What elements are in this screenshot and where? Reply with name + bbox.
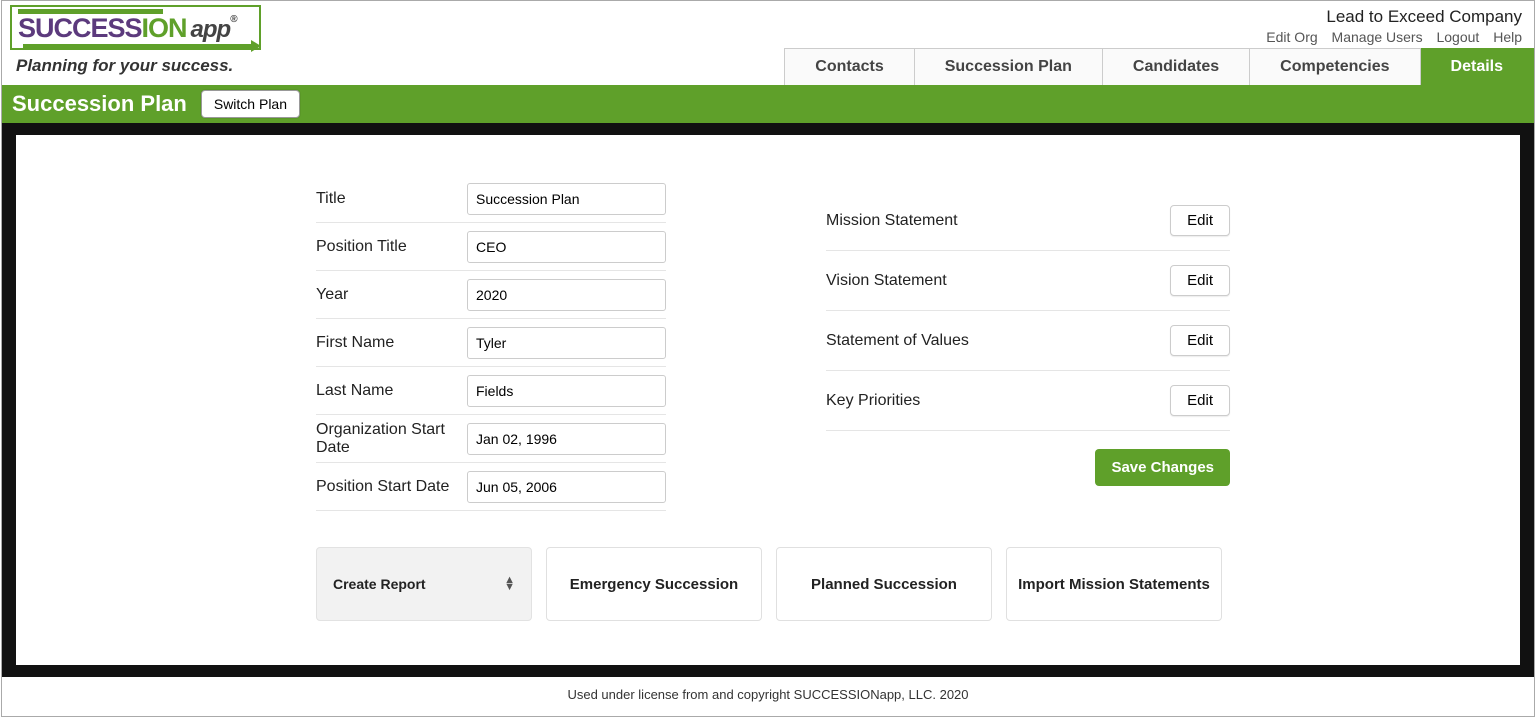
label-vision-statement: Vision Statement [826, 272, 947, 290]
org-start-date-input[interactable] [467, 423, 666, 455]
switch-plan-button[interactable]: Switch Plan [201, 90, 300, 118]
edit-mission-button[interactable]: Edit [1170, 205, 1230, 236]
planned-succession-button[interactable]: Planned Succession [776, 547, 992, 621]
logo-text-success: SUCCESS [18, 13, 142, 43]
label-statement-of-values: Statement of Values [826, 332, 969, 350]
company-name: Lead to Exceed Company [1256, 7, 1522, 27]
tagline: Planning for your success. [16, 56, 261, 76]
dropdown-arrows-icon: ▲▼ [504, 577, 515, 591]
label-org-start-date: Organization Start Date [316, 421, 467, 457]
label-key-priorities: Key Priorities [826, 392, 920, 410]
tab-candidates[interactable]: Candidates [1103, 48, 1250, 85]
save-changes-button[interactable]: Save Changes [1095, 449, 1230, 486]
position-title-input[interactable] [467, 231, 666, 263]
tab-succession-plan[interactable]: Succession Plan [915, 48, 1103, 85]
label-position-start-date: Position Start Date [316, 478, 467, 496]
label-position-title: Position Title [316, 238, 467, 256]
label-title: Title [316, 190, 467, 208]
label-first-name: First Name [316, 334, 467, 352]
logo: SUCCESSIONapp® Planning for your success… [10, 5, 261, 76]
edit-values-button[interactable]: Edit [1170, 325, 1230, 356]
create-report-label: Create Report [333, 576, 426, 592]
help-link[interactable]: Help [1493, 29, 1522, 45]
logo-text-app: app [191, 16, 231, 43]
logout-link[interactable]: Logout [1436, 29, 1479, 45]
title-input[interactable] [467, 183, 666, 215]
manage-users-link[interactable]: Manage Users [1332, 29, 1423, 45]
arrow-icon [23, 44, 253, 48]
tab-contacts[interactable]: Contacts [784, 48, 914, 85]
tab-details[interactable]: Details [1421, 48, 1534, 85]
label-year: Year [316, 286, 467, 304]
footer-text: Used under license from and copyright SU… [2, 677, 1534, 716]
edit-vision-button[interactable]: Edit [1170, 265, 1230, 296]
logo-text-ion: ION [142, 13, 187, 43]
year-input[interactable] [467, 279, 666, 311]
tab-competencies[interactable]: Competencies [1250, 48, 1420, 85]
create-report-select[interactable]: Create Report ▲▼ [316, 547, 532, 621]
registered-icon: ® [230, 14, 236, 25]
emergency-succession-button[interactable]: Emergency Succession [546, 547, 762, 621]
position-start-date-input[interactable] [467, 471, 666, 503]
import-mission-statements-button[interactable]: Import Mission Statements [1006, 547, 1222, 621]
edit-org-link[interactable]: Edit Org [1266, 29, 1317, 45]
edit-priorities-button[interactable]: Edit [1170, 385, 1230, 416]
page-title: Succession Plan [12, 91, 187, 117]
label-last-name: Last Name [316, 382, 467, 400]
last-name-input[interactable] [467, 375, 666, 407]
label-mission-statement: Mission Statement [826, 212, 958, 230]
first-name-input[interactable] [467, 327, 666, 359]
